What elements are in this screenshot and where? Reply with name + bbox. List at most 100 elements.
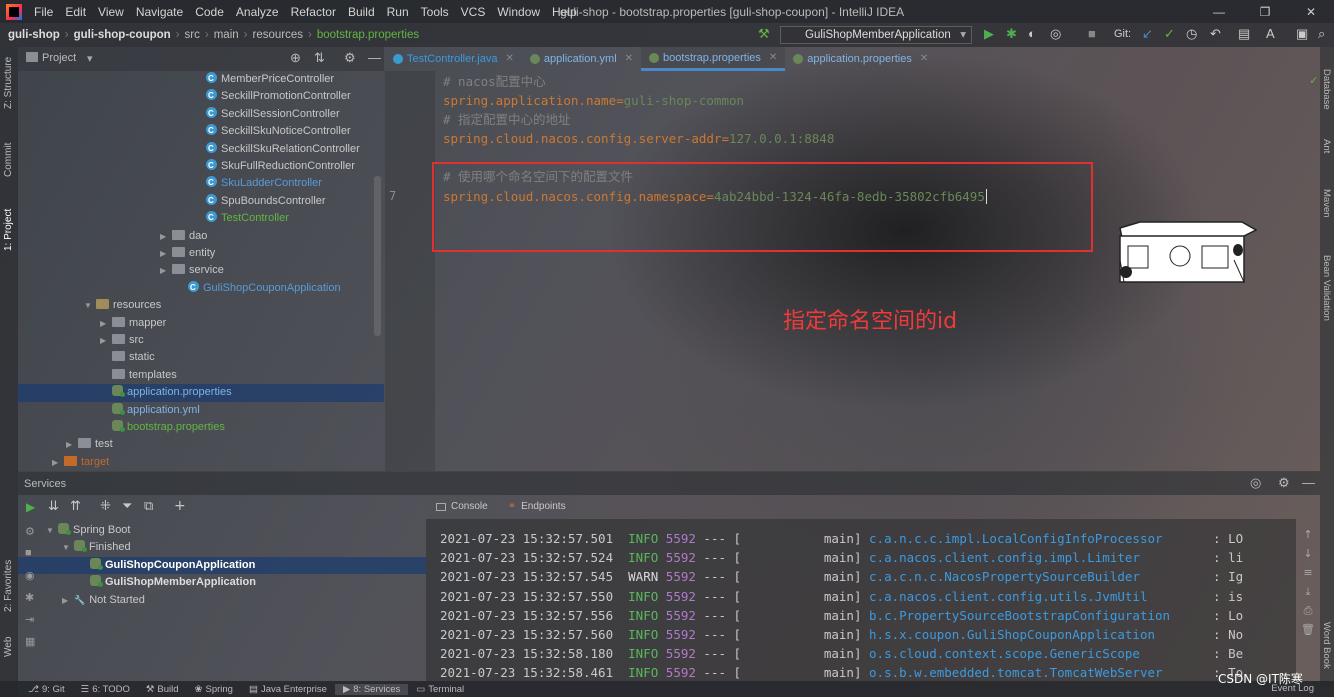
tree-item[interactable]: ▶ target xyxy=(18,454,384,471)
collapse-all-icon[interactable]: ⇈ xyxy=(70,499,81,514)
favorites-tool-tab[interactable]: 2: Favorites xyxy=(3,560,14,612)
git-history-icon[interactable]: ◷ xyxy=(1186,26,1197,42)
statusbar-tab[interactable]: ⎇ 9: Git xyxy=(0,684,73,695)
tab-console[interactable]: Console xyxy=(426,495,498,519)
tree-item[interactable]: ▶ entity xyxy=(18,245,384,262)
close-tab-icon[interactable]: ✕ xyxy=(769,46,777,70)
project-panel-title[interactable]: Project xyxy=(42,52,76,64)
services-tree-item[interactable]: GuliShopMemberApplication xyxy=(18,574,426,591)
tree-item[interactable]: application.properties xyxy=(18,384,384,402)
menu-analyze[interactable]: Analyze xyxy=(230,5,285,19)
tree-item[interactable]: bootstrap.properties xyxy=(18,419,384,436)
bug-icon[interactable]: ✱ xyxy=(25,591,34,604)
login-icon[interactable]: ⇥ xyxy=(25,613,34,626)
breadcrumb-resources[interactable]: resources xyxy=(248,29,309,41)
collapse-icon[interactable]: ⇅ xyxy=(314,50,325,66)
git-commit-icon[interactable]: ✓ xyxy=(1164,26,1175,42)
globe-icon[interactable]: ◎ xyxy=(1250,475,1261,491)
log-logger[interactable]: b.c.PropertySourceBootstrapConfiguration xyxy=(869,606,1213,625)
hide-icon[interactable]: — xyxy=(1302,475,1315,490)
ant-tool-tab[interactable]: Ant xyxy=(1321,139,1332,153)
breadcrumb-file[interactable]: bootstrap.properties xyxy=(312,29,424,41)
scroll-to-end-icon[interactable]: ⤓ xyxy=(1300,582,1316,601)
chevron-down-icon[interactable]: ▾ xyxy=(87,52,93,65)
breadcrumb-project[interactable]: guli-shop xyxy=(0,29,65,41)
menu-window[interactable]: Window xyxy=(491,5,546,19)
menu-run[interactable]: Run xyxy=(381,5,415,19)
expand-arrow-icon[interactable]: ▼ xyxy=(84,297,96,314)
profile-icon[interactable]: ◎ xyxy=(1050,26,1061,42)
translate-icon[interactable]: A xyxy=(1266,26,1275,41)
inspection-ok-icon[interactable]: ✓ xyxy=(1310,73,1317,87)
expand-all-icon[interactable]: ⇊ xyxy=(48,499,59,514)
restore-icon[interactable]: ❐ xyxy=(1242,5,1288,19)
tree-item[interactable]: SeckillSkuNoticeController xyxy=(18,122,384,140)
close-tab-icon[interactable]: ✕ xyxy=(506,47,514,71)
statusbar-tab[interactable]: ▶ 8: Services xyxy=(334,683,409,695)
services-tree-item[interactable]: ▼ Spring Boot xyxy=(18,522,426,539)
breadcrumb-main[interactable]: main xyxy=(209,29,244,41)
services-tree-item[interactable]: ▼ Finished xyxy=(18,539,426,556)
expand-arrow-icon[interactable]: ▼ xyxy=(62,539,74,556)
project-tool-tab[interactable]: 1: Project xyxy=(3,209,14,251)
menu-code[interactable]: Code xyxy=(189,5,230,19)
camera-icon[interactable]: ◉ xyxy=(25,569,35,582)
minimize-icon[interactable]: — xyxy=(1196,5,1242,19)
gear-icon[interactable]: ⚙ xyxy=(25,525,35,538)
log-logger[interactable]: h.s.x.coupon.GuliShopCouponApplication xyxy=(869,625,1213,644)
tree-item[interactable]: ▶ mapper xyxy=(18,315,384,332)
menu-tools[interactable]: Tools xyxy=(415,5,455,19)
menu-vcs[interactable]: VCS xyxy=(455,5,492,19)
close-icon[interactable]: ✕ xyxy=(1288,5,1334,19)
statusbar-tab[interactable]: ⚒ Build xyxy=(138,684,187,695)
menu-edit[interactable]: Edit xyxy=(59,5,92,19)
filter-icon[interactable]: ⏷ xyxy=(122,499,132,514)
tree-item[interactable]: SkuFullReductionController xyxy=(18,157,384,175)
close-tab-icon[interactable]: ✕ xyxy=(920,47,928,71)
stop-icon[interactable]: ■ xyxy=(1088,26,1096,41)
expand-arrow-icon[interactable]: ▶ xyxy=(100,315,112,332)
tree-item[interactable]: TestController xyxy=(18,209,384,227)
search-icon[interactable]: ⌕ xyxy=(1318,26,1325,42)
statusbar-tab[interactable]: ☰ 6: TODO xyxy=(73,684,138,695)
database-tool-tab[interactable]: Database xyxy=(1321,69,1332,110)
services-tree-item[interactable]: GuliShopCouponApplication xyxy=(18,556,426,575)
menu-file[interactable]: File xyxy=(28,5,59,19)
run-configuration-select[interactable]: GuliShopMemberApplication xyxy=(780,26,972,44)
structure-tool-tab[interactable]: Z: Structure xyxy=(3,57,14,109)
breadcrumb-module[interactable]: guli-shop-coupon xyxy=(69,29,176,41)
new-tab-icon[interactable]: ⧉ xyxy=(144,499,153,514)
debug-icon[interactable]: ✱ xyxy=(1006,26,1017,42)
expand-arrow-icon[interactable]: ▶ xyxy=(100,332,112,349)
git-update-icon[interactable]: ↙ xyxy=(1142,26,1153,42)
console-output[interactable]: 2021-07-23 15:32:57.501 INFO 5592 --- [ … xyxy=(426,519,1296,681)
editor-tab[interactable]: application.yml ✕ xyxy=(522,47,641,71)
menu-navigate[interactable]: Navigate xyxy=(130,5,189,19)
bean-validation-tool-tab[interactable]: Bean Validation xyxy=(1321,255,1332,321)
layout-icon[interactable]: ▣ xyxy=(1296,26,1308,42)
menu-build[interactable]: Build xyxy=(342,5,381,19)
tree-item[interactable]: SkuLadderController xyxy=(18,174,384,192)
log-logger[interactable]: c.a.c.n.c.NacosPropertySourceBuilder xyxy=(869,567,1213,586)
log-logger[interactable]: o.s.b.w.embedded.tomcat.TomcatWebServer xyxy=(869,663,1213,681)
services-tree-item[interactable]: ▶ 🔧 Not Started xyxy=(18,592,426,609)
clear-icon[interactable]: 🗑 xyxy=(1300,620,1316,639)
editor-tab[interactable]: application.properties ✕ xyxy=(785,47,936,71)
tree-item[interactable]: static xyxy=(18,349,384,366)
coverage-icon[interactable]: ◐ xyxy=(1028,26,1036,41)
tab-endpoints[interactable]: ⚭ Endpoints xyxy=(498,495,576,519)
scroll-up-icon[interactable]: ↑ xyxy=(1300,525,1316,544)
editor-tab[interactable]: TestController.java ✕ xyxy=(385,47,522,71)
tree-item[interactable]: SpuBoundsController xyxy=(18,192,384,210)
group-icon[interactable]: ⁜ xyxy=(100,499,111,514)
hide-icon[interactable]: — xyxy=(368,50,381,65)
tree-item[interactable]: application.yml xyxy=(18,402,384,419)
tree-item[interactable]: MemberPriceController xyxy=(18,71,384,88)
menu-refactor[interactable]: Refactor xyxy=(285,5,342,19)
locate-icon[interactable]: ⊕ xyxy=(290,50,301,66)
commit-tool-tab[interactable]: Commit xyxy=(3,143,14,177)
log-logger[interactable]: o.s.cloud.context.scope.GenericScope xyxy=(869,644,1213,663)
gear-icon[interactable]: ⚙ xyxy=(344,50,356,66)
log-logger[interactable]: c.a.nacos.client.config.utils.JvmUtil xyxy=(869,587,1213,606)
soft-wrap-icon[interactable]: ≡ xyxy=(1300,563,1316,582)
